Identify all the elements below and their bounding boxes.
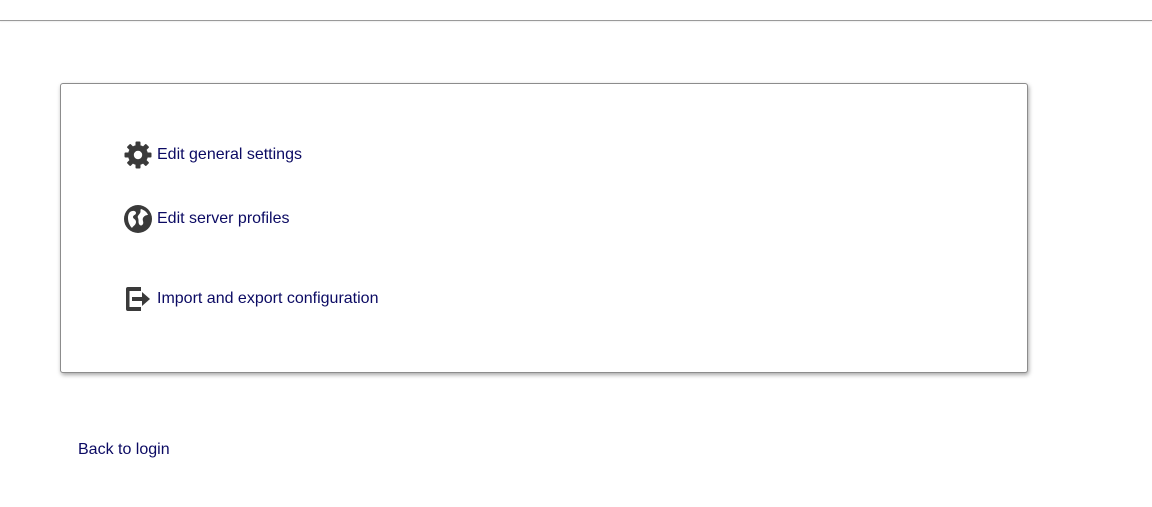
import-export-configuration-link[interactable]: Import and export configuration (123, 284, 378, 314)
gear-icon (123, 140, 153, 170)
globe-icon (123, 204, 153, 234)
back-to-login-link[interactable]: Back to login (78, 440, 170, 460)
import-export-configuration-label: Import and export configuration (157, 290, 379, 307)
settings-panel: Edit general settings Edit server profil… (60, 83, 1028, 373)
edit-server-profiles-link[interactable]: Edit server profiles (123, 204, 290, 234)
edit-general-settings-label: Edit general settings (157, 146, 302, 163)
header-divider (0, 20, 1152, 21)
edit-server-profiles-label: Edit server profiles (157, 210, 290, 227)
exit-icon (123, 284, 153, 314)
edit-general-settings-link[interactable]: Edit general settings (123, 140, 302, 170)
